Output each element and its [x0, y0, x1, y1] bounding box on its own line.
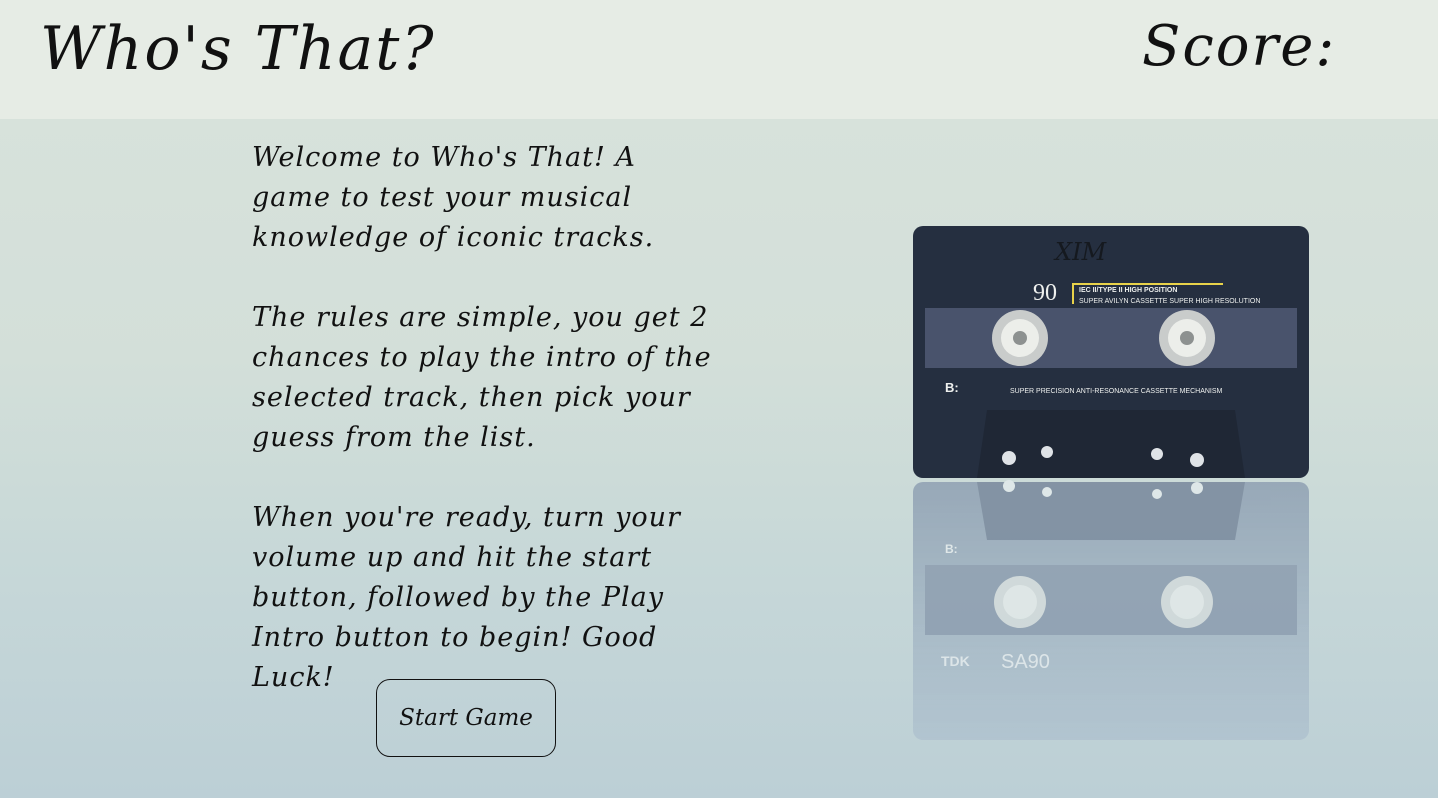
page-title: Who's That? — [40, 14, 436, 84]
score-label: Score: — [1142, 14, 1337, 79]
header-bar: Who's That? Score: — [0, 0, 1438, 119]
intro-text: Welcome to Who's That! A game to test yo… — [252, 138, 722, 738]
cassette-illustration: XIM 90 IEC II/TYPE II HIGH POSITION SUPE… — [913, 226, 1309, 740]
cassette-tagline: SUPER AVILYN CASSETTE SUPER HIGH RESOLUT… — [1079, 298, 1260, 305]
cassette-handwriting: XIM — [1053, 238, 1108, 266]
cassette-reflection: B: TDK SA90 — [913, 480, 1309, 740]
cassette-type-line: IEC II/TYPE II HIGH POSITION — [1079, 287, 1177, 294]
cassette-side: B: — [945, 380, 959, 395]
start-game-button[interactable]: Start Game — [376, 679, 556, 757]
reflection-brand: TDK — [941, 653, 970, 669]
reflection-model: SA90 — [1001, 651, 1050, 673]
reflection-side: B: — [945, 542, 958, 556]
intro-paragraph-instructions: When you're ready, turn your volume up a… — [252, 502, 681, 693]
intro-paragraph-rules: The rules are simple, you get 2 chances … — [252, 302, 712, 453]
cassette-length: 90 — [1033, 280, 1057, 306]
cassette-image: XIM 90 IEC II/TYPE II HIGH POSITION SUPE… — [905, 220, 1315, 750]
cassette-mechanism: SUPER PRECISION ANTI-RESONANCE CASSETTE … — [1010, 388, 1223, 395]
intro-paragraph-welcome: Welcome to Who's That! A game to test yo… — [252, 142, 655, 253]
